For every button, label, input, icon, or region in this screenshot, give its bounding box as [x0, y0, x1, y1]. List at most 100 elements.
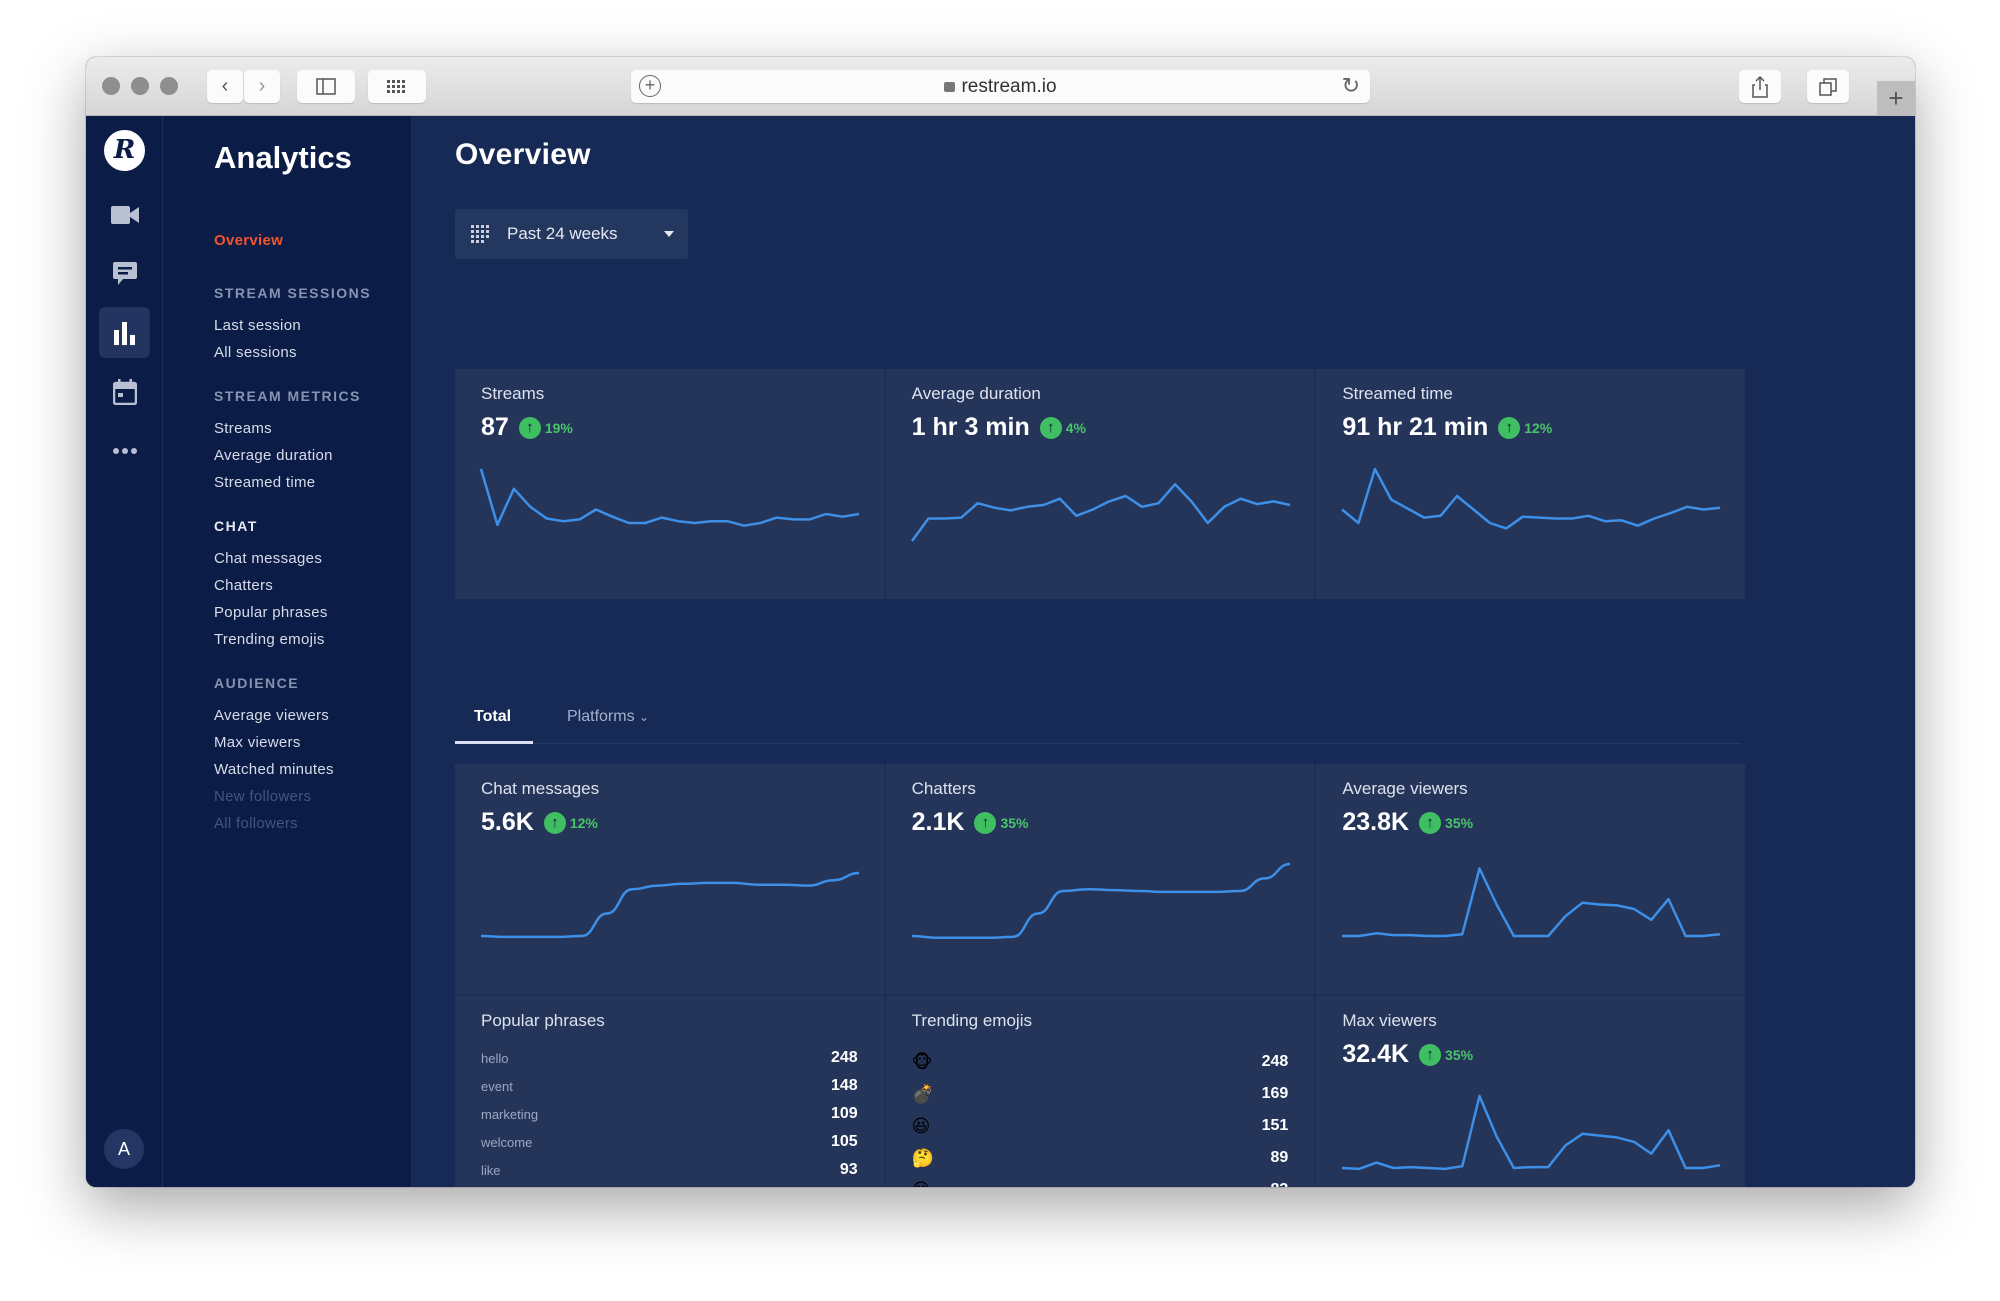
sparkline-average-viewers	[1342, 867, 1721, 938]
subnav-item-overview[interactable]: Overview	[214, 232, 283, 249]
sparkline-series	[910, 483, 1290, 542]
card-chatters[interactable]: Chatters 2.1K ↑ 35%	[885, 764, 1315, 994]
subnav-item-new-followers: New followers	[214, 788, 312, 805]
tabs-icon	[1819, 77, 1837, 96]
arrow-up-icon: ↑	[1039, 416, 1062, 439]
subnav-item-streams[interactable]: Streams	[214, 420, 272, 437]
back-button[interactable]: ‹	[207, 70, 243, 103]
change-percent: 35%	[1000, 814, 1029, 831]
address-bar[interactable]: + restream.io ↻	[631, 70, 1370, 103]
new-tab-icon[interactable]: +	[1877, 81, 1915, 116]
emoji-count: 169	[1261, 1085, 1289, 1102]
subnav-title: Analytics	[214, 140, 352, 175]
subnav-item-average-viewers[interactable]: Average viewers	[214, 707, 329, 724]
subnav-item-last-session[interactable]: Last session	[214, 317, 301, 334]
analytics-subnav: Analytics Overview STREAM SESSIONS Last …	[164, 116, 411, 1187]
subnav-item-chat-messages[interactable]: Chat messages	[214, 550, 322, 567]
subnav-item-chatters[interactable]: Chatters	[214, 577, 273, 594]
chat-bubble-icon	[112, 261, 137, 285]
arrow-up-icon: ↑	[974, 811, 997, 834]
phrase: hello	[481, 1050, 509, 1066]
card-chat-messages[interactable]: Chat messages 5.6K ↑ 12%	[455, 764, 884, 994]
bar-chart-icon	[113, 321, 135, 345]
page-title: Overview	[455, 138, 591, 171]
card-title: Chatters	[911, 779, 976, 798]
card-title: Trending emojis	[911, 1011, 1032, 1030]
rail-item-chat[interactable]	[99, 248, 150, 299]
card-value: 23.8K	[1342, 808, 1410, 836]
share-button[interactable]	[1739, 70, 1781, 103]
card-value: 91 hr 21 min	[1342, 413, 1489, 441]
forward-button[interactable]: ›	[244, 70, 280, 103]
card-streams[interactable]: Streams 87 ↑ 19%	[455, 369, 884, 599]
sparkline-average-duration	[910, 483, 1290, 542]
tab-overview-button[interactable]	[368, 70, 426, 103]
sparkline-streams	[479, 468, 860, 527]
card-value: 87	[481, 413, 509, 441]
tab-total[interactable]: Total	[474, 708, 511, 726]
subnav-item-trending-emojis[interactable]: Trending emojis	[214, 631, 325, 648]
arrow-up-icon: ↑	[543, 811, 566, 834]
reload-icon[interactable]: ↻	[1342, 73, 1360, 99]
list-item: 😆 151	[912, 1110, 1289, 1142]
calendar-grid-icon	[471, 225, 491, 243]
sidebar-icon	[316, 78, 336, 95]
restream-logo[interactable]: R	[104, 130, 145, 171]
rail-item-stream[interactable]	[99, 189, 150, 240]
sparkline-series	[1342, 867, 1721, 938]
grid-icon	[387, 79, 405, 93]
list-item: welcome 105	[481, 1128, 858, 1156]
sparkline-max-viewers	[1342, 1094, 1721, 1171]
caret-down-icon	[664, 231, 674, 237]
subnav-item-watched-minutes[interactable]: Watched minutes	[214, 761, 334, 778]
card-value: 2.1K	[911, 808, 965, 836]
card-title: Chat messages	[481, 779, 600, 798]
sidebar-button[interactable]	[297, 70, 355, 103]
close-window-button[interactable]	[102, 77, 120, 95]
sparkline-chat-messages	[480, 871, 860, 939]
card-average-duration[interactable]: Average duration 1 hr 3 min ↑ 4%	[885, 369, 1315, 599]
card-value: 32.4K	[1342, 1040, 1410, 1068]
subnav-item-streamed-time[interactable]: Streamed time	[214, 474, 315, 491]
subnav-item-all-sessions[interactable]: All sessions	[214, 344, 297, 361]
card-popular-phrases[interactable]: Popular phrases hello 248 event 148 market…	[455, 996, 884, 1187]
list-item: 🐵 248	[912, 1046, 1289, 1078]
rail-item-more[interactable]	[99, 425, 150, 476]
sparkline-series	[911, 862, 1290, 940]
subnav-item-popular-phrases[interactable]: Popular phrases	[214, 604, 328, 621]
sparkline-chatters	[911, 862, 1290, 940]
avatar[interactable]: A	[104, 1129, 144, 1169]
arrow-up-icon: ↑	[1419, 1043, 1442, 1066]
rail-item-analytics[interactable]	[99, 307, 150, 358]
zoom-window-button[interactable]	[160, 77, 178, 95]
card-title: Max viewers	[1342, 1011, 1437, 1030]
card-title: Average duration	[911, 384, 1041, 403]
arrow-up-icon: ↑	[518, 416, 541, 439]
date-range-label: Past 24 weeks	[507, 224, 618, 243]
thinking-man-emote-icon: 🤔	[911, 1148, 935, 1168]
card-streamed-time[interactable]: Streamed time 91 hr 21 min ↑ 12%	[1316, 369, 1745, 599]
phrase: like	[481, 1162, 501, 1178]
rail-item-schedule[interactable]	[99, 366, 150, 417]
card-trending-emojis[interactable]: Trending emojis 🐵 248 💣 169 😆 151 🤔 89 😊 83	[885, 996, 1315, 1187]
forward-icon: ›	[258, 75, 266, 97]
card-max-viewers[interactable]: Max viewers 32.4K ↑ 35%	[1316, 996, 1745, 1187]
chat-audience-cards: Chat messages 5.6K ↑ 12% Chatters 2.1K ↑ 35%…	[455, 764, 1745, 1187]
lock-icon	[944, 82, 956, 92]
date-range-dropdown[interactable]: Past 24 weeks	[455, 209, 688, 259]
list-item: hello 248	[481, 1044, 858, 1072]
tabs-button[interactable]	[1807, 70, 1849, 103]
calendar-icon	[112, 378, 137, 405]
card-average-viewers[interactable]: Average viewers 23.8K ↑ 35%	[1316, 764, 1745, 994]
minimize-window-button[interactable]	[131, 77, 149, 95]
phrase-count: 148	[830, 1077, 858, 1094]
subnav-item-average-duration[interactable]: Average duration	[214, 447, 333, 464]
video-camera-icon	[110, 205, 139, 224]
arrow-up-icon: ↑	[1498, 416, 1521, 439]
back-icon: ‹	[221, 75, 229, 97]
subnav-item-max-viewers[interactable]: Max viewers	[214, 734, 301, 751]
list-item: 💣 169	[912, 1078, 1289, 1110]
tab-platforms[interactable]: Platforms ⌄	[567, 708, 649, 726]
more-icon	[112, 447, 137, 454]
sparkline-series	[1342, 1094, 1721, 1171]
